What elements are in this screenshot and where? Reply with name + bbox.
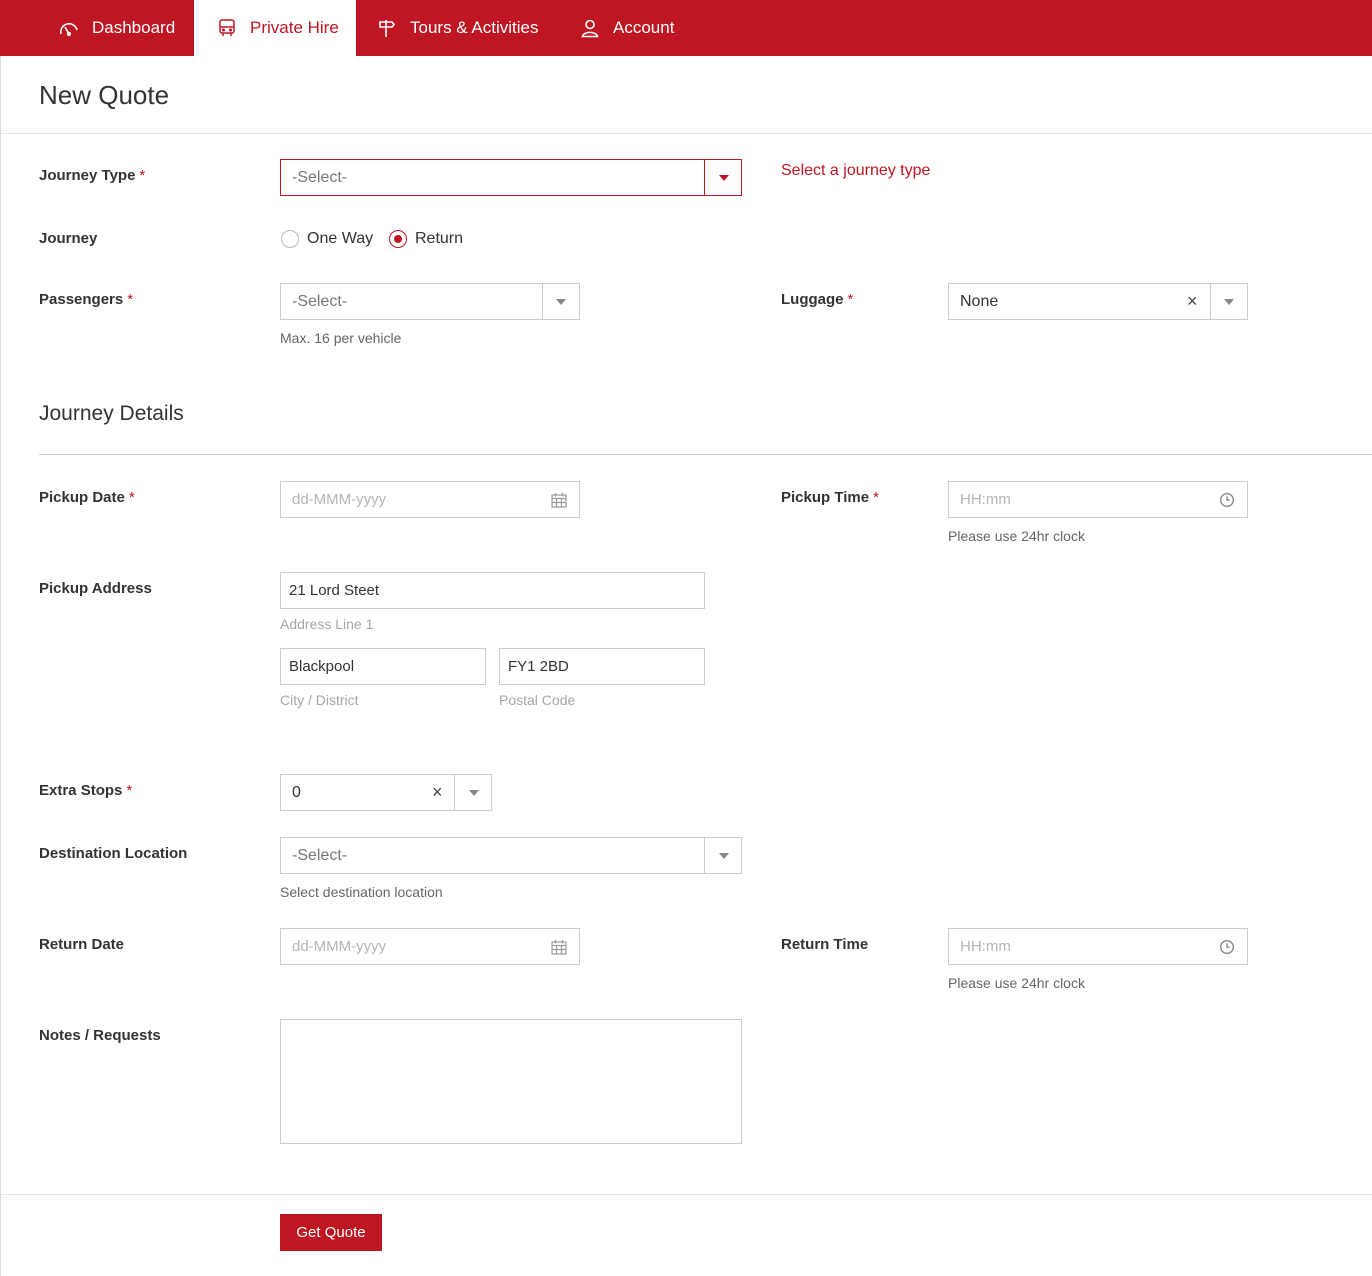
destination-label: Destination Location (39, 845, 188, 862)
nav-private-hire-label: Private Hire (250, 18, 339, 37)
return-date-input[interactable]: dd-MMM-yyyy (280, 928, 580, 965)
select-divider (454, 775, 455, 810)
footer-divider (1, 1194, 1372, 1195)
clock-icon[interactable] (1218, 491, 1236, 509)
nav-tours-activities[interactable]: Tours & Activities (376, 0, 539, 56)
nav-private-hire[interactable]: Private Hire (194, 0, 356, 56)
signpost-icon (376, 17, 398, 39)
return-time-help: Please use 24hr clock (948, 975, 1085, 991)
user-icon (579, 17, 601, 39)
journey-type-label-text: Journey Type (39, 167, 136, 184)
extra-stops-label: Extra Stops * (39, 782, 132, 799)
page-title: New Quote (39, 80, 170, 110)
address-line1-input[interactable]: 21 Lord Steet (280, 572, 705, 609)
get-quote-button[interactable]: Get Quote (280, 1214, 382, 1251)
pickup-date-placeholder: dd-MMM-yyyy (292, 491, 387, 508)
journey-type-error: Select a journey type (781, 162, 931, 179)
passengers-select[interactable]: -Select- (280, 283, 580, 320)
chevron-down-icon (719, 175, 729, 181)
passengers-label-text: Passengers (39, 291, 124, 308)
passengers-help: Max. 16 per vehicle (280, 330, 402, 346)
return-time-input[interactable]: HH:mm (948, 928, 1248, 965)
clock-icon[interactable] (1218, 938, 1236, 956)
nav-account[interactable]: Account (579, 0, 674, 56)
nav-tours-label: Tours & Activities (410, 18, 539, 37)
destination-value: -Select- (292, 847, 348, 864)
pickup-time-help: Please use 24hr clock (948, 528, 1085, 544)
notes-textarea[interactable] (280, 1019, 742, 1144)
extra-stops-value: 0 (292, 784, 301, 801)
pickup-date-label: Pickup Date * (39, 489, 135, 506)
journey-type-select[interactable]: -Select- (280, 159, 742, 196)
clear-icon[interactable]: × (432, 782, 443, 802)
luggage-value: None (960, 293, 999, 310)
clear-icon[interactable]: × (1187, 291, 1198, 311)
section-divider (39, 454, 1372, 455)
journey-type-value: -Select- (292, 169, 348, 186)
luggage-label: Luggage * (781, 291, 853, 308)
postcode-help: Postal Code (499, 692, 576, 708)
return-date-placeholder: dd-MMM-yyyy (292, 938, 387, 955)
required-marker: * (847, 291, 854, 308)
chevron-down-icon (719, 853, 729, 859)
address-line1-help: Address Line 1 (280, 616, 374, 632)
city-help: City / District (280, 692, 359, 708)
select-divider (1210, 284, 1211, 319)
radio-circle-one-way[interactable] (281, 230, 299, 248)
pickup-date-label-text: Pickup Date (39, 489, 125, 506)
radio-circle-return[interactable] (389, 230, 407, 248)
required-marker: * (873, 489, 879, 506)
select-divider (704, 838, 705, 873)
pickup-time-label-text: Pickup Time (781, 489, 870, 506)
section-title-journey-details: Journey Details (39, 402, 184, 425)
required-marker: * (139, 167, 146, 184)
pickup-address-label: Pickup Address (39, 580, 152, 597)
calendar-icon[interactable] (550, 938, 568, 956)
city-value: Blackpool (289, 658, 355, 675)
address-line1-value: 21 Lord Steet (289, 582, 380, 599)
dashboard-gauge-icon (58, 17, 80, 39)
passengers-value: -Select- (292, 293, 348, 310)
luggage-label-text: Luggage (781, 291, 844, 308)
top-nav: Dashboard Private Hire Tours & Activitie… (0, 0, 1372, 56)
passengers-label: Passengers * (39, 291, 133, 308)
postcode-input[interactable]: FY1 2BD (499, 648, 705, 685)
extra-stops-select[interactable]: 0 × (280, 774, 492, 811)
notes-label: Notes / Requests (39, 1027, 161, 1044)
pickup-time-input[interactable]: HH:mm (948, 481, 1248, 518)
nav-dashboard-label: Dashboard (92, 18, 176, 37)
nav-account-label: Account (613, 18, 675, 37)
chevron-down-icon (1224, 299, 1234, 305)
title-divider (1, 133, 1372, 134)
journey-label: Journey (39, 230, 98, 247)
radio-one-way-label: One Way (307, 230, 374, 247)
return-date-label: Return Date (39, 936, 125, 953)
destination-help: Select destination location (280, 884, 443, 900)
nav-dashboard[interactable]: Dashboard (58, 0, 175, 56)
chevron-down-icon (469, 790, 479, 796)
select-divider (542, 284, 543, 319)
pickup-date-input[interactable]: dd-MMM-yyyy (280, 481, 580, 518)
pickup-time-label: Pickup Time * (781, 489, 879, 506)
luggage-select[interactable]: None × (948, 283, 1248, 320)
return-time-label: Return Time (781, 936, 869, 953)
destination-select[interactable]: -Select- (280, 837, 742, 874)
required-marker: * (128, 489, 135, 506)
city-input[interactable]: Blackpool (280, 648, 486, 685)
journey-type-label: Journey Type * (39, 167, 145, 184)
required-marker: * (126, 782, 133, 799)
extra-stops-label-text: Extra Stops (39, 782, 123, 799)
radio-return[interactable]: Return (389, 230, 463, 248)
chevron-down-icon (556, 299, 566, 305)
pickup-time-placeholder: HH:mm (960, 491, 1011, 508)
required-marker: * (127, 291, 134, 308)
return-time-placeholder: HH:mm (960, 938, 1011, 955)
calendar-icon[interactable] (550, 491, 568, 509)
select-divider (704, 160, 705, 195)
postcode-value: FY1 2BD (508, 658, 569, 675)
radio-return-label: Return (415, 230, 464, 247)
radio-one-way[interactable]: One Way (281, 230, 373, 248)
bus-icon (216, 17, 238, 39)
